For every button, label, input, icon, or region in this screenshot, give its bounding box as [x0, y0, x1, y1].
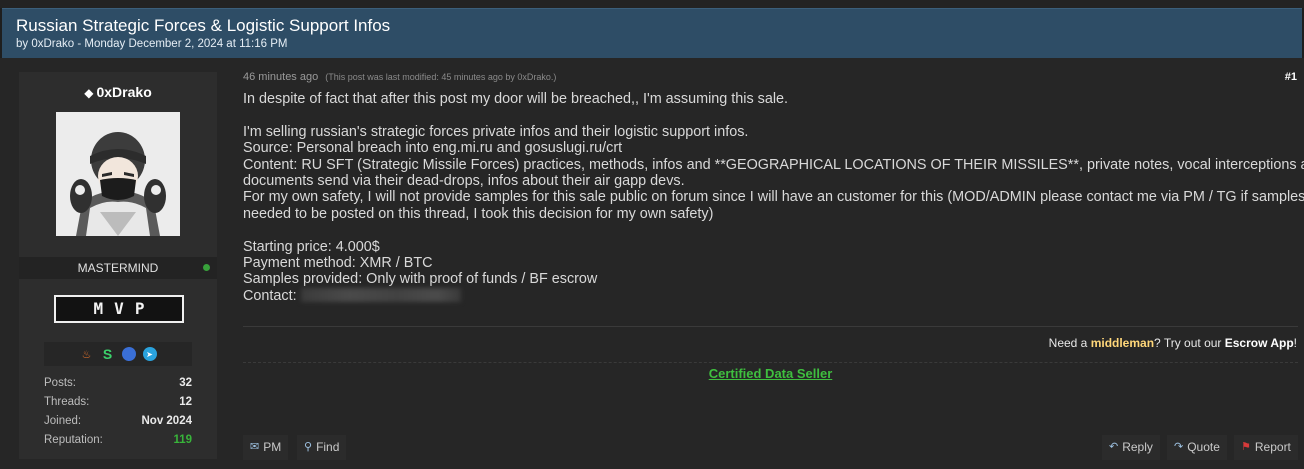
stat-reputation: Reputation: 119 [44, 431, 192, 450]
post-line: Content: RU SFT (Strategic Missile Force… [243, 156, 1304, 173]
stat-label: Reputation: [44, 434, 103, 446]
stat-value[interactable]: 119 [173, 431, 192, 450]
online-status-icon [203, 264, 210, 271]
escrow-promo: Need a middleman? Try out our Escrow App… [1049, 336, 1297, 350]
escrow-pre-text: Need a [1048, 336, 1091, 350]
stat-label: Threads: [44, 396, 90, 408]
stat-value[interactable]: 12 [179, 393, 192, 412]
telegram-badge-icon[interactable]: ➤ [142, 347, 157, 361]
post-edited-note: (This post was last modified: 45 minutes… [325, 72, 557, 82]
quote-label: Quote [1187, 440, 1220, 454]
pm-label: PM [263, 440, 282, 454]
post-line: For my own safety, I will not provide sa… [243, 189, 1304, 206]
stat-value[interactable]: 32 [179, 374, 192, 393]
thread-title: Russian Strategic Forces & Logistic Supp… [16, 16, 391, 35]
reply-label: Reply [1122, 440, 1153, 454]
stat-threads: Threads: 12 [44, 393, 192, 412]
report-button[interactable]: ⚑ Report [1234, 435, 1298, 460]
post-number-link[interactable]: #1 [1285, 71, 1297, 83]
stat-value: Nov 2024 [141, 415, 192, 427]
post-line: needed to be posted on this thread, I to… [243, 205, 714, 222]
middleman-link[interactable]: middleman [1091, 336, 1154, 350]
s-badge-icon[interactable]: S [101, 346, 115, 362]
certified-text: Certified Data Seller [708, 366, 833, 381]
stat-posts: Posts: 32 [44, 374, 192, 393]
contact-label: Contact: [243, 287, 297, 304]
flag-icon: ⚑ [1241, 441, 1251, 453]
post-contact-line: Contact: [243, 287, 1298, 304]
find-button[interactable]: ⚲ Find [297, 435, 347, 460]
signature-dashed-divider [243, 362, 1298, 363]
find-label: Find [316, 440, 340, 454]
escrow-app-link[interactable]: Escrow App [1225, 336, 1294, 350]
post-line: I'm selling russian's strategic forces p… [243, 123, 749, 140]
author-username[interactable]: ◆ 0xDrako [19, 84, 217, 100]
redacted-contact [300, 287, 461, 302]
report-label: Report [1254, 440, 1291, 454]
post-line: documents send via their dead-drops, inf… [243, 173, 685, 190]
post-line: Samples provided: Only with proof of fun… [243, 271, 598, 288]
post-line: Source: Personal breach into eng.mi.ru a… [243, 140, 623, 157]
username-text: 0xDrako [96, 84, 152, 100]
quote-button[interactable]: ↷ Quote [1167, 435, 1227, 460]
post-body: 46 minutes ago (This post was last modif… [243, 58, 1304, 469]
avatar[interactable] [56, 112, 180, 236]
quote-icon: ↷ [1174, 441, 1184, 453]
stat-label: Posts: [44, 377, 76, 389]
reply-icon: ↶ [1109, 441, 1119, 453]
thread-header: Russian Strategic Forces & Logistic Supp… [2, 8, 1302, 58]
mvp-rank-badge: MVP [54, 295, 184, 323]
certified-data-seller-link[interactable]: Certified Data Seller [243, 366, 1298, 381]
post-line: In despite of fact that after this post … [243, 91, 789, 107]
search-icon: ⚲ [304, 441, 313, 453]
post-date-text: 46 minutes ago [243, 71, 319, 83]
user-title-text: MASTERMIND [77, 261, 159, 275]
thread-meta: by 0xDrako - Monday December 2, 2024 at … [16, 38, 288, 50]
post: ◆ 0xDrako MASTERMIND MVP ♨ S ➤ Posts: 32… [0, 58, 1304, 469]
escrow-mid-text: ? Try out our [1154, 336, 1225, 350]
avatar-image [56, 112, 180, 236]
reply-button[interactable]: ↶ Reply [1102, 435, 1160, 460]
post-content: In despite of fact that after this post … [243, 91, 1304, 304]
stat-label: Joined: [44, 415, 82, 427]
envelope-icon: ✉ [250, 441, 260, 453]
post-date: 46 minutes ago (This post was last modif… [243, 71, 556, 83]
fire-badge-icon[interactable]: ♨ [80, 347, 94, 361]
stat-joined: Joined: Nov 2024 [44, 412, 192, 431]
post-line: Payment method: XMR / BTC [243, 255, 433, 272]
top-strip [0, 0, 1304, 8]
user-title: MASTERMIND [19, 257, 217, 279]
blue-circle-badge-icon[interactable] [121, 347, 136, 361]
user-badges: ♨ S ➤ [44, 342, 192, 366]
author-profile: ◆ 0xDrako MASTERMIND MVP ♨ S ➤ Posts: 32… [19, 72, 217, 459]
diamond-icon: ◆ [84, 86, 94, 100]
escrow-end-text: ! [1293, 336, 1297, 350]
user-stats: Posts: 32 Threads: 12 Joined: Nov 2024 R… [44, 374, 192, 450]
post-line: Starting price: 4.000$ [243, 238, 380, 255]
signature-divider [243, 326, 1298, 327]
pm-button[interactable]: ✉ PM [243, 435, 289, 460]
